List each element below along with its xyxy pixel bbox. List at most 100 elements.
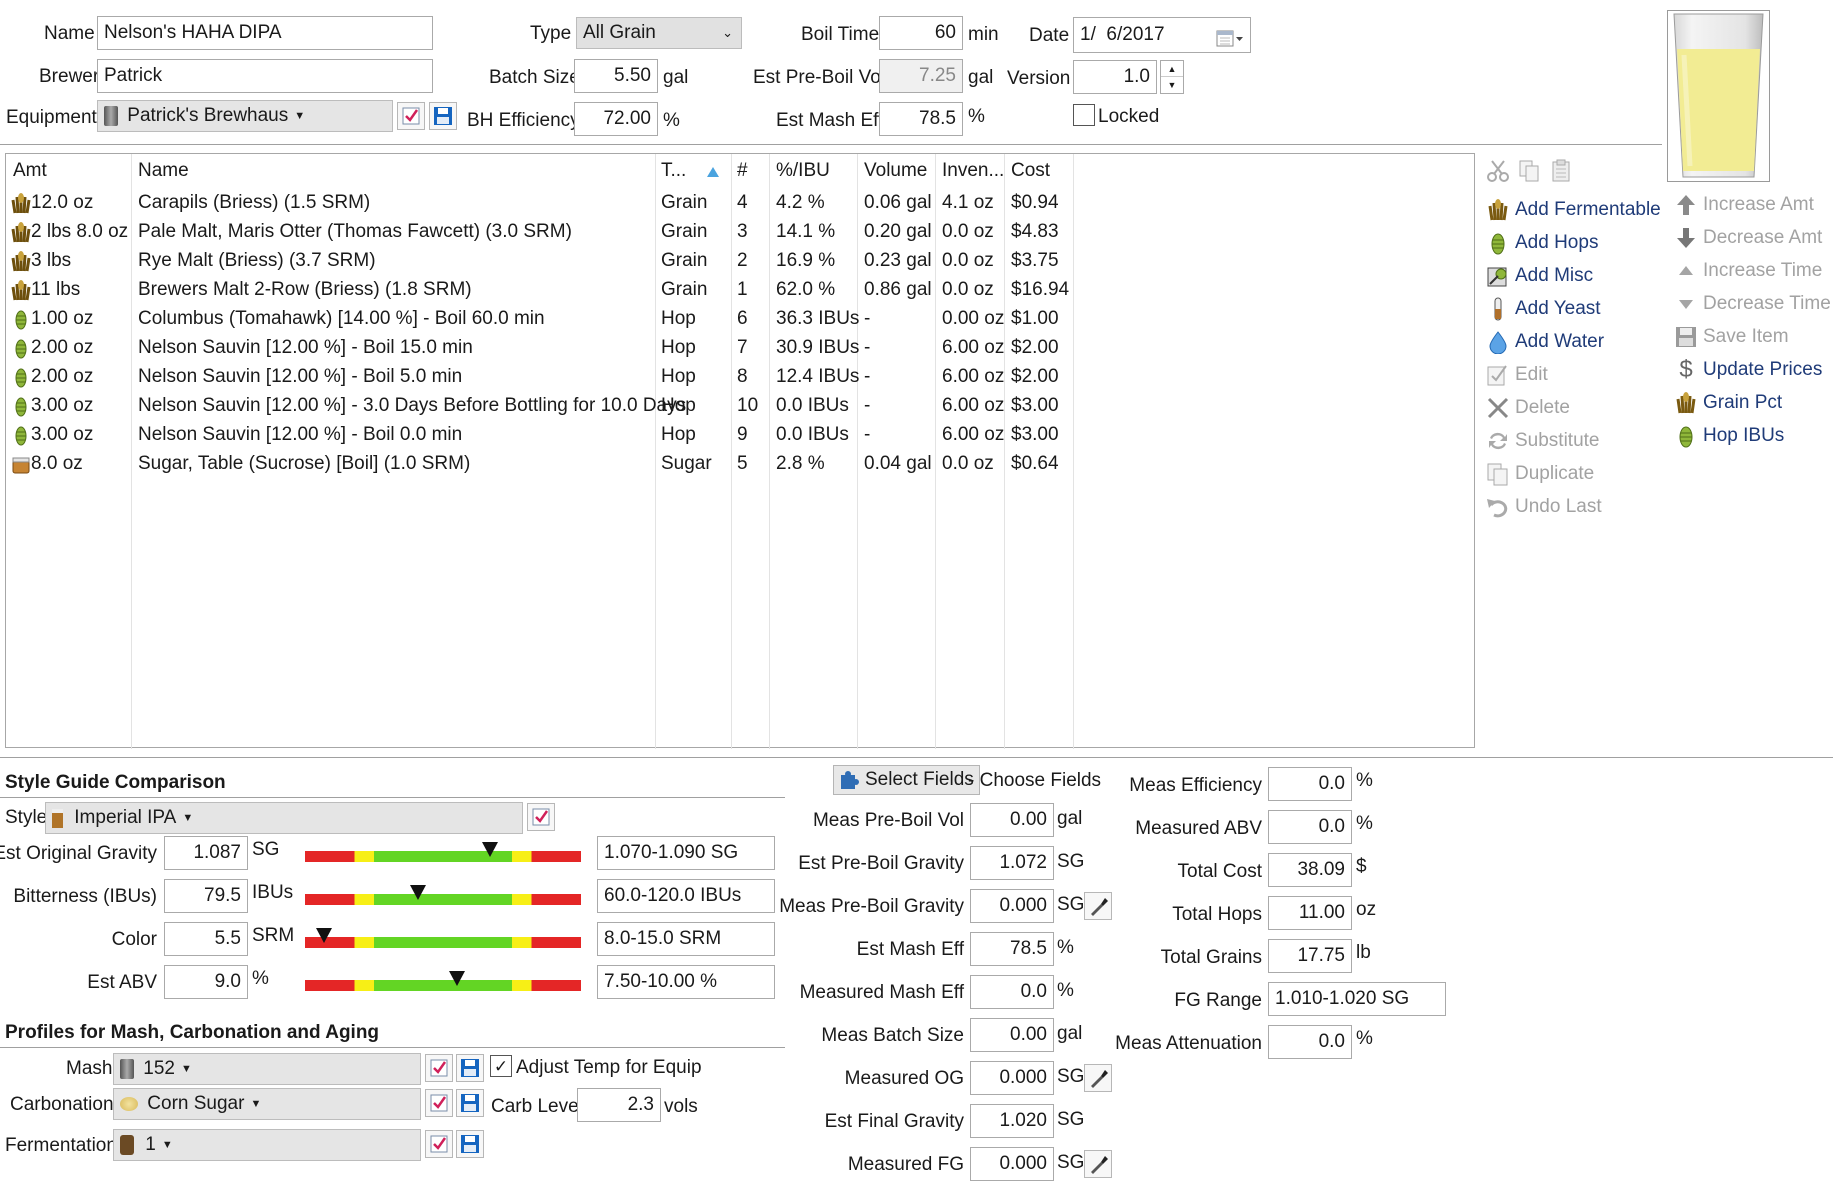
select-fields-button[interactable]: Select Fields xyxy=(833,765,980,795)
hydrometer-tool-button[interactable] xyxy=(1084,892,1112,920)
grain-icon xyxy=(10,192,32,220)
carbonation-save-button[interactable] xyxy=(456,1089,484,1117)
update-prices-button[interactable]: $ Update Prices xyxy=(1673,355,1822,385)
misc-icon xyxy=(1485,263,1511,289)
add-fermentable-label: Add Fermentable xyxy=(1515,199,1661,220)
measurement-field[interactable]: 0.00 xyxy=(970,803,1054,837)
col-header-amt[interactable]: Amt xyxy=(13,160,47,182)
col-header-type[interactable]: T... xyxy=(661,160,686,182)
decrease-amt-button[interactable]: Decrease Amt xyxy=(1673,223,1822,253)
equipment-save-button[interactable] xyxy=(429,102,457,130)
table-row[interactable]: 1.00 oz Columbus (Tomahawk) [14.00 %] - B… xyxy=(6,305,1474,334)
measurement-field[interactable]: 0.000 xyxy=(970,1061,1054,1095)
measurement-field[interactable]: 0.00 xyxy=(970,1018,1054,1052)
col-header-inventory[interactable]: Inven... xyxy=(942,160,1004,182)
version-field[interactable]: 1.0 xyxy=(1073,60,1157,94)
date-picker[interactable]: 1/ 6/2017 xyxy=(1073,17,1251,53)
col-header-volume[interactable]: Volume xyxy=(864,160,927,182)
measurement-field[interactable]: 78.5 xyxy=(970,932,1054,966)
substitute-button[interactable]: Substitute xyxy=(1485,426,1600,456)
fermentation-save-button[interactable] xyxy=(456,1130,484,1158)
delete-button[interactable]: Delete xyxy=(1485,393,1570,423)
measurement-label: Measured OG xyxy=(844,1068,964,1089)
mash-check-button[interactable] xyxy=(425,1054,453,1082)
table-row[interactable]: 2.00 oz Nelson Sauvin [12.00 %] - Boil 15… xyxy=(6,334,1474,363)
add-hops-button[interactable]: Add Hops xyxy=(1485,228,1598,258)
style-check-button[interactable] xyxy=(527,803,555,831)
equipment-select[interactable]: Patrick's Brewhaus ▼ xyxy=(97,100,393,132)
duplicate-button[interactable]: Duplicate xyxy=(1485,459,1594,489)
measurement-field[interactable]: 0.000 xyxy=(970,889,1054,923)
number-cell: 3 xyxy=(737,221,748,242)
col-header-name[interactable]: Name xyxy=(138,160,189,182)
version-spinner[interactable]: ▲ ▼ xyxy=(1160,60,1184,94)
carb-level-field[interactable]: 2.3 xyxy=(577,1088,661,1122)
batch-size-field[interactable]: 5.50 xyxy=(574,59,658,93)
clipboard-toolbar xyxy=(1485,158,1575,184)
fermentation-check-button[interactable] xyxy=(425,1130,453,1158)
measurement-field[interactable]: 0.000 xyxy=(970,1147,1054,1181)
hydrometer-tool-button[interactable] xyxy=(1084,1064,1112,1092)
type-select[interactable]: All Grain ⌄ xyxy=(576,17,742,49)
table-row[interactable]: 2.00 oz Nelson Sauvin [12.00 %] - Boil 5.… xyxy=(6,363,1474,392)
table-row[interactable]: 3 lbs Rye Malt (Briess) (3.7 SRM) Grain 2 16… xyxy=(6,247,1474,276)
add-misc-button[interactable]: Add Misc xyxy=(1485,261,1593,291)
measurement-field[interactable]: 0.0 xyxy=(970,975,1054,1009)
brewer-field[interactable]: Patrick xyxy=(97,59,433,93)
chevron-down-icon: ▼ xyxy=(294,110,306,122)
eyedropper-icon xyxy=(1091,1070,1108,1088)
adjust-temp-label: Adjust Temp for Equip xyxy=(516,1057,702,1078)
add-fermentable-button[interactable]: Add Fermentable xyxy=(1485,195,1661,225)
boil-time-field[interactable]: 60 xyxy=(879,16,963,50)
style-ibu-value: 79.5 xyxy=(164,879,248,913)
fermentation-select[interactable]: 1 ▼ xyxy=(113,1129,421,1161)
calendar-icon[interactable] xyxy=(1216,26,1244,52)
type-cell: Hop xyxy=(661,395,696,416)
brewer-label: Brewer xyxy=(39,66,100,87)
table-row[interactable]: 12.0 oz Carapils (Briess) (1.5 SRM) Grain 4… xyxy=(6,189,1474,218)
equipment-check-button[interactable] xyxy=(397,102,425,130)
undo-last-button[interactable]: Undo Last xyxy=(1485,492,1602,522)
carbonation-select[interactable]: Corn Sugar ▼ xyxy=(113,1088,421,1120)
decrease-time-button[interactable]: Decrease Time xyxy=(1673,289,1831,319)
checklist-icon xyxy=(532,808,550,826)
mash-profile-select[interactable]: 152 ▼ xyxy=(113,1053,421,1085)
grain-pct-button[interactable]: Grain Pct xyxy=(1673,388,1782,418)
measurement-field[interactable]: 1.072 xyxy=(970,846,1054,880)
table-row[interactable]: 3.00 oz Nelson Sauvin [12.00 %] - 3.0 Day… xyxy=(6,392,1474,421)
spin-up-icon[interactable]: ▲ xyxy=(1161,61,1183,77)
table-row[interactable]: 2 lbs 8.0 oz Pale Malt, Maris Otter (Thom… xyxy=(6,218,1474,247)
name-field[interactable]: Nelson's HAHA DIPA xyxy=(97,16,433,50)
cut-icon[interactable] xyxy=(1485,158,1511,184)
measurement-field[interactable]: 1.020 xyxy=(970,1104,1054,1138)
table-row[interactable]: 11 lbs Brewers Malt 2-Row (Briess) (1.8 S… xyxy=(6,276,1474,305)
style-select[interactable]: Imperial IPA ▼ xyxy=(45,802,523,834)
locked-label: Locked xyxy=(1098,106,1160,127)
inventory-cell: 0.0 oz xyxy=(942,453,994,474)
mash-save-button[interactable] xyxy=(456,1054,484,1082)
select-fields-label: Select Fields xyxy=(865,769,974,790)
copy-icon[interactable] xyxy=(1517,158,1543,184)
spin-down-icon[interactable]: ▼ xyxy=(1161,77,1183,93)
edit-button[interactable]: Edit xyxy=(1485,360,1548,390)
table-row[interactable]: 8.0 oz Sugar, Table (Sucrose) [Boil] (1.0… xyxy=(6,450,1474,479)
carbonation-check-button[interactable] xyxy=(425,1089,453,1117)
increase-amt-button[interactable]: Increase Amt xyxy=(1673,190,1814,220)
name-cell: Columbus (Tomahawk) [14.00 %] - Boil 60.… xyxy=(138,308,545,329)
save-item-button[interactable]: Save Item xyxy=(1673,322,1789,352)
pre-boil-vol-unit: gal xyxy=(968,67,994,88)
increase-time-button[interactable]: Increase Time xyxy=(1673,256,1822,286)
col-header-pct-ibu[interactable]: %/IBU xyxy=(776,160,830,182)
hydrometer-tool-button[interactable] xyxy=(1084,1150,1112,1178)
col-header-number[interactable]: # xyxy=(737,160,748,182)
hop-ibus-button[interactable]: Hop IBUs xyxy=(1673,421,1784,451)
col-header-cost[interactable]: Cost xyxy=(1011,160,1050,182)
corn-sugar-icon xyxy=(120,1097,138,1111)
paste-icon[interactable] xyxy=(1549,158,1575,184)
add-yeast-button[interactable]: Add Yeast xyxy=(1485,294,1601,324)
locked-checkbox[interactable] xyxy=(1073,104,1095,126)
table-row[interactable]: 3.00 oz Nelson Sauvin [12.00 %] - Boil 0.… xyxy=(6,421,1474,450)
bh-efficiency-field[interactable]: 72.00 xyxy=(574,102,658,136)
adjust-temp-checkbox[interactable]: ✓ xyxy=(490,1055,512,1077)
add-water-button[interactable]: Add Water xyxy=(1485,327,1604,357)
